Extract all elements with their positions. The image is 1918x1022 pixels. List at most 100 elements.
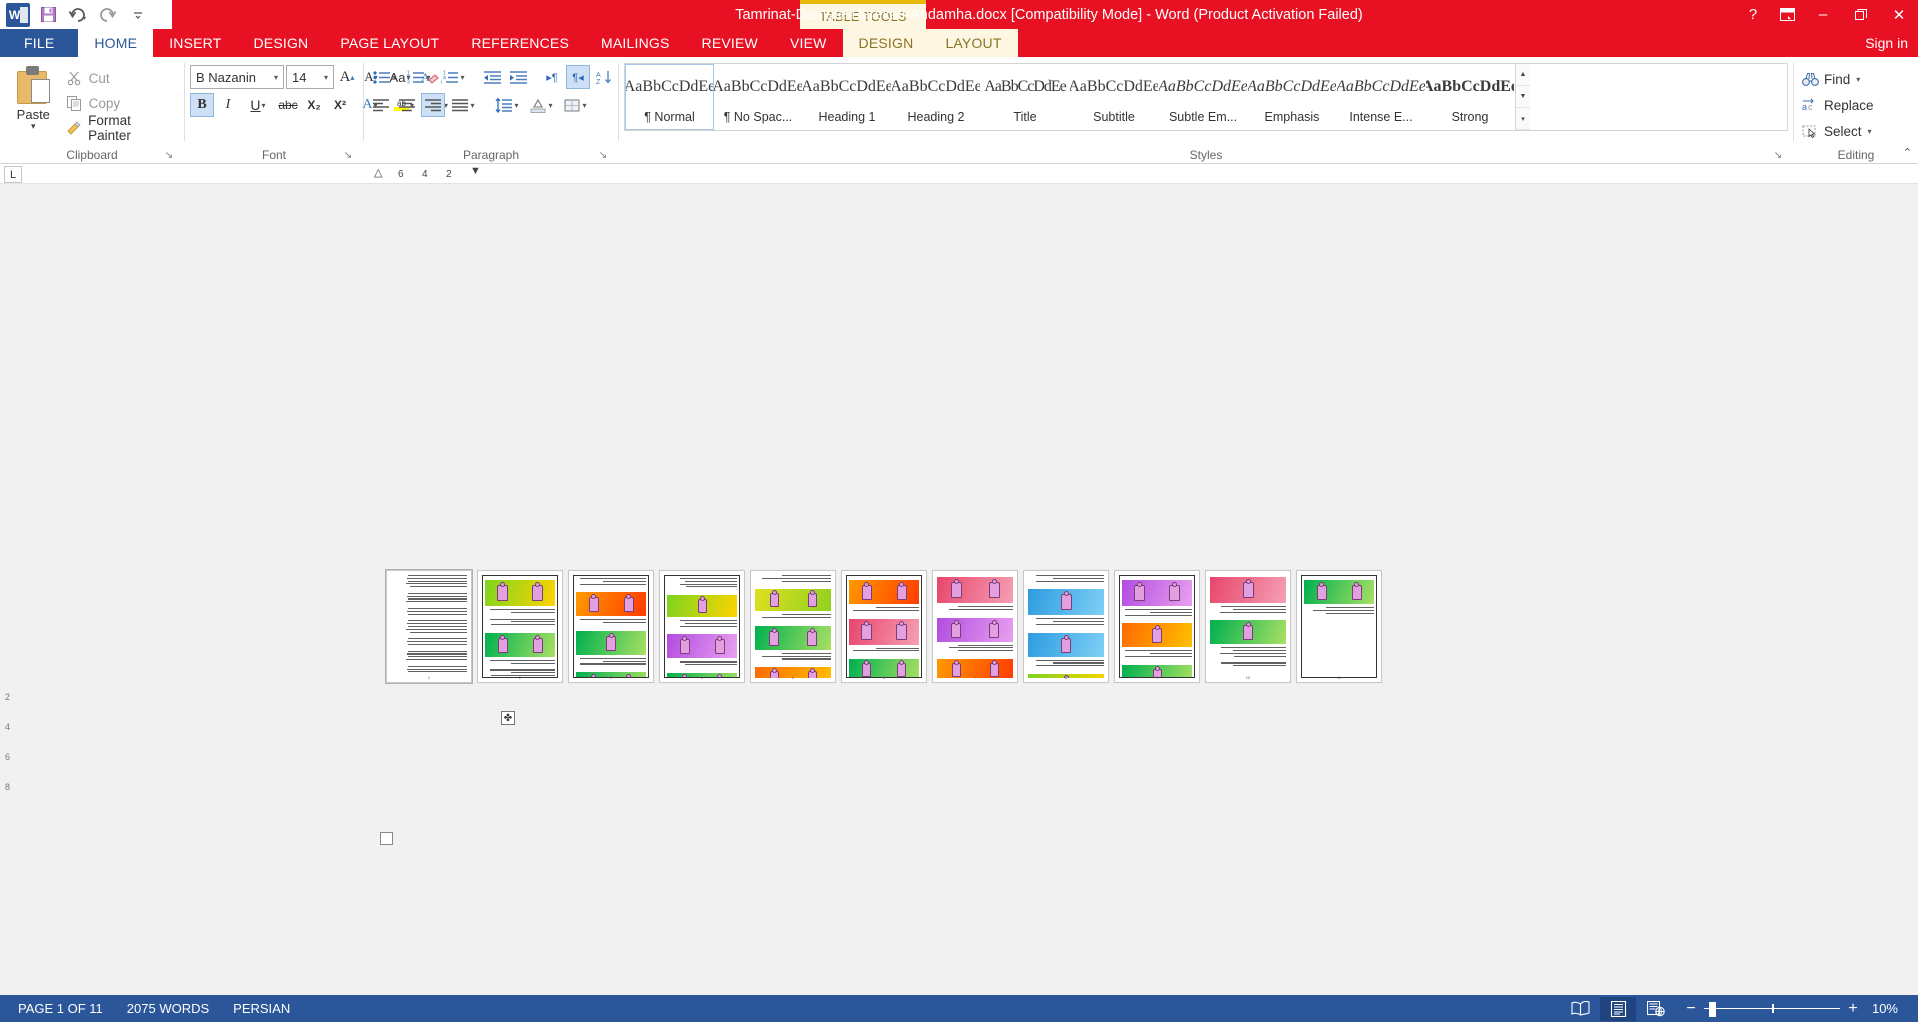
borders-button[interactable]: ▾ (559, 93, 591, 117)
style-subtitle[interactable]: AaBbCcDdEe Subtitle (1070, 64, 1159, 130)
style-normal[interactable]: AaBbCcDdEe ¶ Normal (625, 64, 714, 130)
zoom-percentage[interactable]: 10% (1866, 1001, 1904, 1016)
page-thumbnail[interactable]: 6 (841, 570, 927, 683)
style-no-spacing[interactable]: AaBbCcDdEe ¶ No Spac... (714, 64, 803, 130)
italic-button[interactable]: I (216, 93, 240, 117)
read-mode-button[interactable] (1562, 997, 1598, 1021)
vertical-ruler[interactable]: 2 4 6 8 (0, 184, 22, 995)
sort-button[interactable]: AZ (592, 65, 616, 89)
tab-home[interactable]: HOME (78, 29, 154, 57)
page-thumbnail[interactable]: 8 (1023, 570, 1109, 683)
style-emphasis[interactable]: AaBbCcDdEe Emphasis (1248, 64, 1337, 130)
style-heading-1[interactable]: AaBbCcDdEe Heading 1 (803, 64, 892, 130)
ltr-text-direction-button[interactable]: ▸¶ (540, 65, 564, 89)
paste-button[interactable]: Paste ▾ (5, 61, 62, 131)
style-strong[interactable]: AaBbCcDdEe Strong (1426, 64, 1515, 130)
decrease-indent-button[interactable] (480, 65, 504, 89)
tab-insert[interactable]: INSERT (153, 29, 237, 57)
help-icon[interactable]: ? (1736, 0, 1770, 29)
font-name-combo[interactable]: B Nazanin ▾ (190, 65, 284, 89)
zoom-out-button[interactable]: − (1684, 1000, 1698, 1018)
align-right-button[interactable] (421, 93, 445, 117)
page-thumbnail[interactable]: 11 (1296, 570, 1382, 683)
zoom-slider[interactable] (1704, 1001, 1840, 1017)
tab-table-layout[interactable]: LAYOUT (929, 29, 1018, 57)
find-button[interactable]: Find ▾ (1799, 67, 1863, 91)
style-subtle-emphasis[interactable]: AaBbCcDdEe Subtle Em... (1159, 64, 1248, 130)
bullets-button[interactable]: ▾ (369, 65, 401, 89)
document-canvas[interactable]: 2 4 6 8 ✤ 1 2 3 4 5 6 7 8 9 10 11 (0, 184, 1918, 995)
shading-button[interactable]: ▾ (525, 93, 557, 117)
align-center-button[interactable] (395, 93, 419, 117)
tab-review[interactable]: REVIEW (686, 29, 774, 57)
paragraph-dialog-launcher[interactable]: ↘ (597, 150, 609, 162)
cut-button[interactable]: Cut (62, 67, 179, 89)
collapse-ribbon-icon[interactable]: ⌃ (1903, 146, 1912, 159)
font-size-combo[interactable]: 14 ▾ (286, 65, 334, 89)
first-line-indent-marker[interactable]: △ (374, 166, 382, 179)
line-spacing-button[interactable]: ▾ (491, 93, 523, 117)
subscript-button[interactable]: X₂ (302, 93, 326, 117)
customize-qat-icon[interactable] (124, 2, 152, 28)
tab-view[interactable]: VIEW (774, 29, 843, 57)
tab-design[interactable]: DESIGN (237, 29, 324, 57)
table-move-handle[interactable]: ✤ (501, 711, 515, 725)
multilevel-list-button[interactable]: 1ai ▾ (437, 65, 469, 89)
page-thumbnail[interactable]: 9 (1114, 570, 1200, 683)
word-count[interactable]: 2075 WORDS (115, 1001, 221, 1016)
page-thumbnail[interactable]: 2 (477, 570, 563, 683)
underline-button[interactable]: U ▾ (242, 93, 274, 117)
increase-indent-button[interactable] (506, 65, 530, 89)
styles-gallery[interactable]: AaBbCcDdEe ¶ Normal AaBbCcDdEe ¶ No Spac… (624, 63, 1788, 131)
horizontal-ruler[interactable]: △ 6 4 2 ▼ (374, 165, 490, 182)
redo-icon[interactable] (94, 2, 122, 28)
find-dropdown-caret[interactable]: ▾ (1856, 75, 1860, 84)
page-thumbnail[interactable]: 5 (750, 570, 836, 683)
superscript-button[interactable]: X² (328, 93, 352, 117)
tab-table-design[interactable]: DESIGN (842, 29, 930, 57)
justify-button[interactable]: ▾ (447, 93, 479, 117)
zoom-control[interactable]: − + 10% (1676, 1000, 1912, 1018)
bold-button[interactable]: B (190, 93, 214, 117)
page-thumbnail[interactable]: 7 (932, 570, 1018, 683)
align-left-button[interactable] (369, 93, 393, 117)
tab-references[interactable]: REFERENCES (455, 29, 585, 57)
replace-button[interactable]: ac Replace (1799, 93, 1877, 117)
select-dropdown-caret[interactable]: ▾ (1868, 127, 1872, 136)
style-heading-2[interactable]: AaBbCcDdEe Heading 2 (892, 64, 981, 130)
scroll-down-icon[interactable]: ▼ (1516, 86, 1530, 108)
copy-button[interactable]: Copy (62, 92, 179, 114)
zoom-slider-thumb[interactable] (1709, 1001, 1716, 1017)
chevron-down-icon[interactable]: ▾ (321, 73, 331, 82)
strikethrough-button[interactable]: abc (276, 93, 300, 117)
page-thumbnail[interactable]: 3 (568, 570, 654, 683)
restore-button[interactable] (1842, 0, 1880, 29)
rtl-text-direction-button[interactable]: ¶◂ (566, 65, 590, 89)
style-title[interactable]: AaBbCcDdEe Title (981, 64, 1070, 130)
page-indicator[interactable]: PAGE 1 OF 11 (6, 1001, 115, 1016)
page-thumbnail[interactable]: 10 (1205, 570, 1291, 683)
ribbon-display-options-icon[interactable] (1770, 0, 1804, 29)
styles-dialog-launcher[interactable]: ↘ (1772, 150, 1784, 162)
page-thumbnail[interactable]: 4 (659, 570, 745, 683)
chevron-down-icon[interactable]: ▾ (271, 73, 281, 82)
page-thumbnail[interactable]: 1 (385, 569, 473, 684)
more-styles-icon[interactable]: ▾ (1516, 108, 1530, 130)
save-icon[interactable] (34, 2, 62, 28)
tab-page-layout[interactable]: PAGE LAYOUT (324, 29, 455, 57)
web-layout-button[interactable] (1638, 997, 1674, 1021)
language-indicator[interactable]: PERSIAN (221, 1001, 302, 1016)
right-indent-marker[interactable]: ▼ (470, 165, 481, 177)
paste-dropdown-caret[interactable]: ▾ (31, 122, 36, 131)
numbering-button[interactable]: 123 ▾ (403, 65, 435, 89)
sign-in-link[interactable]: Sign in (1865, 29, 1912, 57)
format-painter-button[interactable]: Format Painter (62, 113, 179, 143)
undo-icon[interactable] (64, 2, 92, 28)
clipboard-dialog-launcher[interactable]: ↘ (163, 150, 175, 162)
zoom-in-button[interactable]: + (1846, 1000, 1860, 1018)
word-logo[interactable]: W (4, 2, 32, 28)
minimize-button[interactable]: – (1804, 0, 1842, 29)
tab-stop-selector[interactable]: L (4, 166, 22, 183)
print-layout-button[interactable] (1600, 996, 1636, 1021)
scroll-up-icon[interactable]: ▲ (1516, 64, 1530, 86)
